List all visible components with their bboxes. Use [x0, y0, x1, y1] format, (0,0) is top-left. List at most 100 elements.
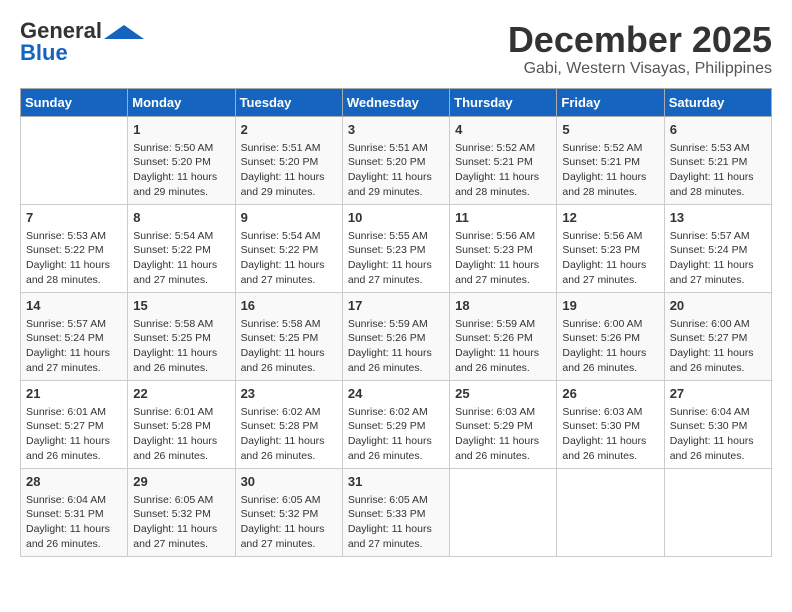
calendar-cell: 25 Sunrise: 6:03 AM Sunset: 5:29 PM Dayli…: [450, 380, 557, 468]
location: Gabi, Western Visayas, Philippines: [508, 60, 772, 78]
day-number: 10: [348, 209, 444, 227]
day-number: 27: [670, 385, 766, 403]
calendar-cell: 24 Sunrise: 6:02 AM Sunset: 5:29 PM Dayli…: [342, 380, 449, 468]
day-number: 2: [241, 121, 337, 139]
calendar-cell: 2 Sunrise: 5:51 AM Sunset: 5:20 PM Daylig…: [235, 116, 342, 204]
day-info: Sunrise: 6:01 AM Sunset: 5:28 PM Dayligh…: [133, 405, 229, 464]
logo-text: General: [20, 20, 102, 42]
day-info: Sunrise: 5:52 AM Sunset: 5:21 PM Dayligh…: [562, 141, 658, 200]
day-number: 14: [26, 297, 122, 315]
day-info: Sunrise: 5:56 AM Sunset: 5:23 PM Dayligh…: [562, 229, 658, 288]
calendar-cell: 10Sunrise: 5:55 AM Sunset: 5:23 PM Dayli…: [342, 204, 449, 292]
calendar-cell: [21, 116, 128, 204]
calendar-cell: 23Sunrise: 6:02 AM Sunset: 5:28 PM Dayli…: [235, 380, 342, 468]
calendar-cell: 6Sunrise: 5:53 AM Sunset: 5:21 PM Daylig…: [664, 116, 771, 204]
calendar-cell: 28 Sunrise: 6:04 AM Sunset: 5:31 PM Dayli…: [21, 468, 128, 556]
day-info: Sunrise: 5:56 AM Sunset: 5:23 PM Dayligh…: [455, 229, 551, 288]
weekday-header-friday: Friday: [557, 88, 664, 116]
calendar-body: 1Sunrise: 5:50 AM Sunset: 5:20 PM Daylig…: [21, 116, 772, 556]
calendar-week-row: 1Sunrise: 5:50 AM Sunset: 5:20 PM Daylig…: [21, 116, 772, 204]
title-block: December 2025 Gabi, Western Visayas, Phi…: [508, 20, 772, 78]
calendar-cell: 7 Sunrise: 5:53 AM Sunset: 5:22 PM Daylig…: [21, 204, 128, 292]
day-number: 7: [26, 209, 122, 227]
day-info: Sunrise: 5:53 AM Sunset: 5:22 PM Dayligh…: [26, 229, 122, 288]
calendar-cell: 26Sunrise: 6:03 AM Sunset: 5:30 PM Dayli…: [557, 380, 664, 468]
day-info: Sunrise: 6:04 AM Sunset: 5:31 PM Dayligh…: [26, 493, 122, 552]
day-info: Sunrise: 5:59 AM Sunset: 5:26 PM Dayligh…: [348, 317, 444, 376]
day-info: Sunrise: 5:51 AM Sunset: 5:20 PM Dayligh…: [241, 141, 337, 200]
calendar-cell: 16 Sunrise: 5:58 AM Sunset: 5:25 PM Dayli…: [235, 292, 342, 380]
calendar-cell: 21 Sunrise: 6:01 AM Sunset: 5:27 PM Dayli…: [21, 380, 128, 468]
logo: General Blue: [20, 20, 144, 66]
calendar-cell: 27Sunrise: 6:04 AM Sunset: 5:30 PM Dayli…: [664, 380, 771, 468]
day-number: 30: [241, 473, 337, 491]
day-number: 15: [133, 297, 229, 315]
calendar-week-row: 14Sunrise: 5:57 AM Sunset: 5:24 PM Dayli…: [21, 292, 772, 380]
calendar-cell: [664, 468, 771, 556]
day-number: 17: [348, 297, 444, 315]
day-number: 18: [455, 297, 551, 315]
calendar-cell: 31 Sunrise: 6:05 AM Sunset: 5:33 PM Dayli…: [342, 468, 449, 556]
calendar-cell: 19Sunrise: 6:00 AM Sunset: 5:26 PM Dayli…: [557, 292, 664, 380]
calendar-cell: 15Sunrise: 5:58 AM Sunset: 5:25 PM Dayli…: [128, 292, 235, 380]
calendar-cell: 8 Sunrise: 5:54 AM Sunset: 5:22 PM Daylig…: [128, 204, 235, 292]
calendar-cell: 5 Sunrise: 5:52 AM Sunset: 5:21 PM Daylig…: [557, 116, 664, 204]
day-number: 20: [670, 297, 766, 315]
day-info: Sunrise: 5:59 AM Sunset: 5:26 PM Dayligh…: [455, 317, 551, 376]
calendar-cell: 12 Sunrise: 5:56 AM Sunset: 5:23 PM Dayli…: [557, 204, 664, 292]
weekday-header-row: SundayMondayTuesdayWednesdayThursdayFrid…: [21, 88, 772, 116]
calendar-header: SundayMondayTuesdayWednesdayThursdayFrid…: [21, 88, 772, 116]
calendar-cell: 4Sunrise: 5:52 AM Sunset: 5:21 PM Daylig…: [450, 116, 557, 204]
day-info: Sunrise: 6:02 AM Sunset: 5:29 PM Dayligh…: [348, 405, 444, 464]
day-number: 9: [241, 209, 337, 227]
logo-blue: Blue: [20, 40, 68, 65]
calendar-cell: 13Sunrise: 5:57 AM Sunset: 5:24 PM Dayli…: [664, 204, 771, 292]
weekday-header-sunday: Sunday: [21, 88, 128, 116]
weekday-header-saturday: Saturday: [664, 88, 771, 116]
day-info: Sunrise: 5:54 AM Sunset: 5:22 PM Dayligh…: [133, 229, 229, 288]
day-number: 5: [562, 121, 658, 139]
day-info: Sunrise: 6:00 AM Sunset: 5:27 PM Dayligh…: [670, 317, 766, 376]
day-info: Sunrise: 5:50 AM Sunset: 5:20 PM Dayligh…: [133, 141, 229, 200]
day-number: 24: [348, 385, 444, 403]
calendar-cell: 18 Sunrise: 5:59 AM Sunset: 5:26 PM Dayli…: [450, 292, 557, 380]
calendar-week-row: 7 Sunrise: 5:53 AM Sunset: 5:22 PM Daylig…: [21, 204, 772, 292]
day-info: Sunrise: 5:51 AM Sunset: 5:20 PM Dayligh…: [348, 141, 444, 200]
day-number: 3: [348, 121, 444, 139]
calendar-table: SundayMondayTuesdayWednesdayThursdayFrid…: [20, 88, 772, 557]
weekday-header-thursday: Thursday: [450, 88, 557, 116]
calendar-cell: 9 Sunrise: 5:54 AM Sunset: 5:22 PM Daylig…: [235, 204, 342, 292]
calendar-week-row: 28 Sunrise: 6:04 AM Sunset: 5:31 PM Dayli…: [21, 468, 772, 556]
day-number: 29: [133, 473, 229, 491]
calendar-cell: 14Sunrise: 5:57 AM Sunset: 5:24 PM Dayli…: [21, 292, 128, 380]
day-number: 12: [562, 209, 658, 227]
day-info: Sunrise: 6:05 AM Sunset: 5:32 PM Dayligh…: [133, 493, 229, 552]
day-number: 21: [26, 385, 122, 403]
calendar-cell: 1Sunrise: 5:50 AM Sunset: 5:20 PM Daylig…: [128, 116, 235, 204]
calendar-cell: 22 Sunrise: 6:01 AM Sunset: 5:28 PM Dayli…: [128, 380, 235, 468]
day-number: 28: [26, 473, 122, 491]
day-info: Sunrise: 6:05 AM Sunset: 5:33 PM Dayligh…: [348, 493, 444, 552]
day-number: 31: [348, 473, 444, 491]
calendar-cell: [450, 468, 557, 556]
day-number: 8: [133, 209, 229, 227]
day-info: Sunrise: 6:03 AM Sunset: 5:29 PM Dayligh…: [455, 405, 551, 464]
calendar-cell: 17 Sunrise: 5:59 AM Sunset: 5:26 PM Dayli…: [342, 292, 449, 380]
day-info: Sunrise: 5:58 AM Sunset: 5:25 PM Dayligh…: [241, 317, 337, 376]
calendar-cell: 11 Sunrise: 5:56 AM Sunset: 5:23 PM Dayli…: [450, 204, 557, 292]
day-info: Sunrise: 6:01 AM Sunset: 5:27 PM Dayligh…: [26, 405, 122, 464]
calendar-week-row: 21 Sunrise: 6:01 AM Sunset: 5:27 PM Dayli…: [21, 380, 772, 468]
day-info: Sunrise: 5:54 AM Sunset: 5:22 PM Dayligh…: [241, 229, 337, 288]
day-number: 4: [455, 121, 551, 139]
day-info: Sunrise: 6:02 AM Sunset: 5:28 PM Dayligh…: [241, 405, 337, 464]
page-header: General Blue December 2025 Gabi, Western…: [20, 20, 772, 78]
day-number: 13: [670, 209, 766, 227]
day-number: 22: [133, 385, 229, 403]
day-number: 11: [455, 209, 551, 227]
day-number: 25: [455, 385, 551, 403]
day-number: 16: [241, 297, 337, 315]
calendar-cell: [557, 468, 664, 556]
calendar-cell: 3 Sunrise: 5:51 AM Sunset: 5:20 PM Daylig…: [342, 116, 449, 204]
day-info: Sunrise: 6:03 AM Sunset: 5:30 PM Dayligh…: [562, 405, 658, 464]
calendar-cell: 30Sunrise: 6:05 AM Sunset: 5:32 PM Dayli…: [235, 468, 342, 556]
